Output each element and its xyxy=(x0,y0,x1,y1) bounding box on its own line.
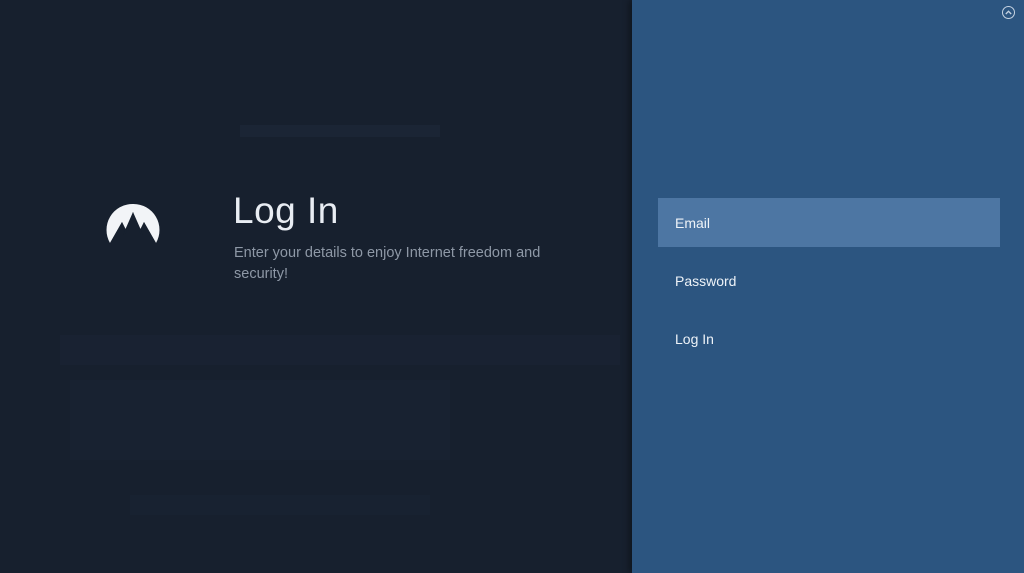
login-info-panel: Log In Enter your details to enjoy Inter… xyxy=(0,0,632,573)
page-subtitle: Enter your details to enjoy Internet fre… xyxy=(234,245,541,282)
login-menu: Email Password Log In xyxy=(658,198,1000,372)
email-label: Email xyxy=(675,214,711,231)
login-screen: Log In Enter your details to enjoy Inter… xyxy=(0,0,1024,573)
chevron-up-icon xyxy=(1005,10,1012,15)
login-button[interactable]: Log In xyxy=(658,314,1000,363)
password-field[interactable]: Password xyxy=(658,256,1000,305)
password-label: Password xyxy=(675,272,737,289)
login-button-label: Log In xyxy=(675,330,714,347)
email-field[interactable]: Email xyxy=(658,198,1000,247)
chevron-up-circle-icon[interactable] xyxy=(1002,6,1015,19)
login-form-panel: Email Password Log In xyxy=(632,0,1024,573)
background-shape xyxy=(60,335,620,365)
page-title: Log In xyxy=(233,190,339,231)
background-shape xyxy=(70,380,450,460)
nordvpn-logo-icon xyxy=(106,203,160,243)
background-shape xyxy=(130,495,430,515)
background-shape xyxy=(240,125,440,137)
